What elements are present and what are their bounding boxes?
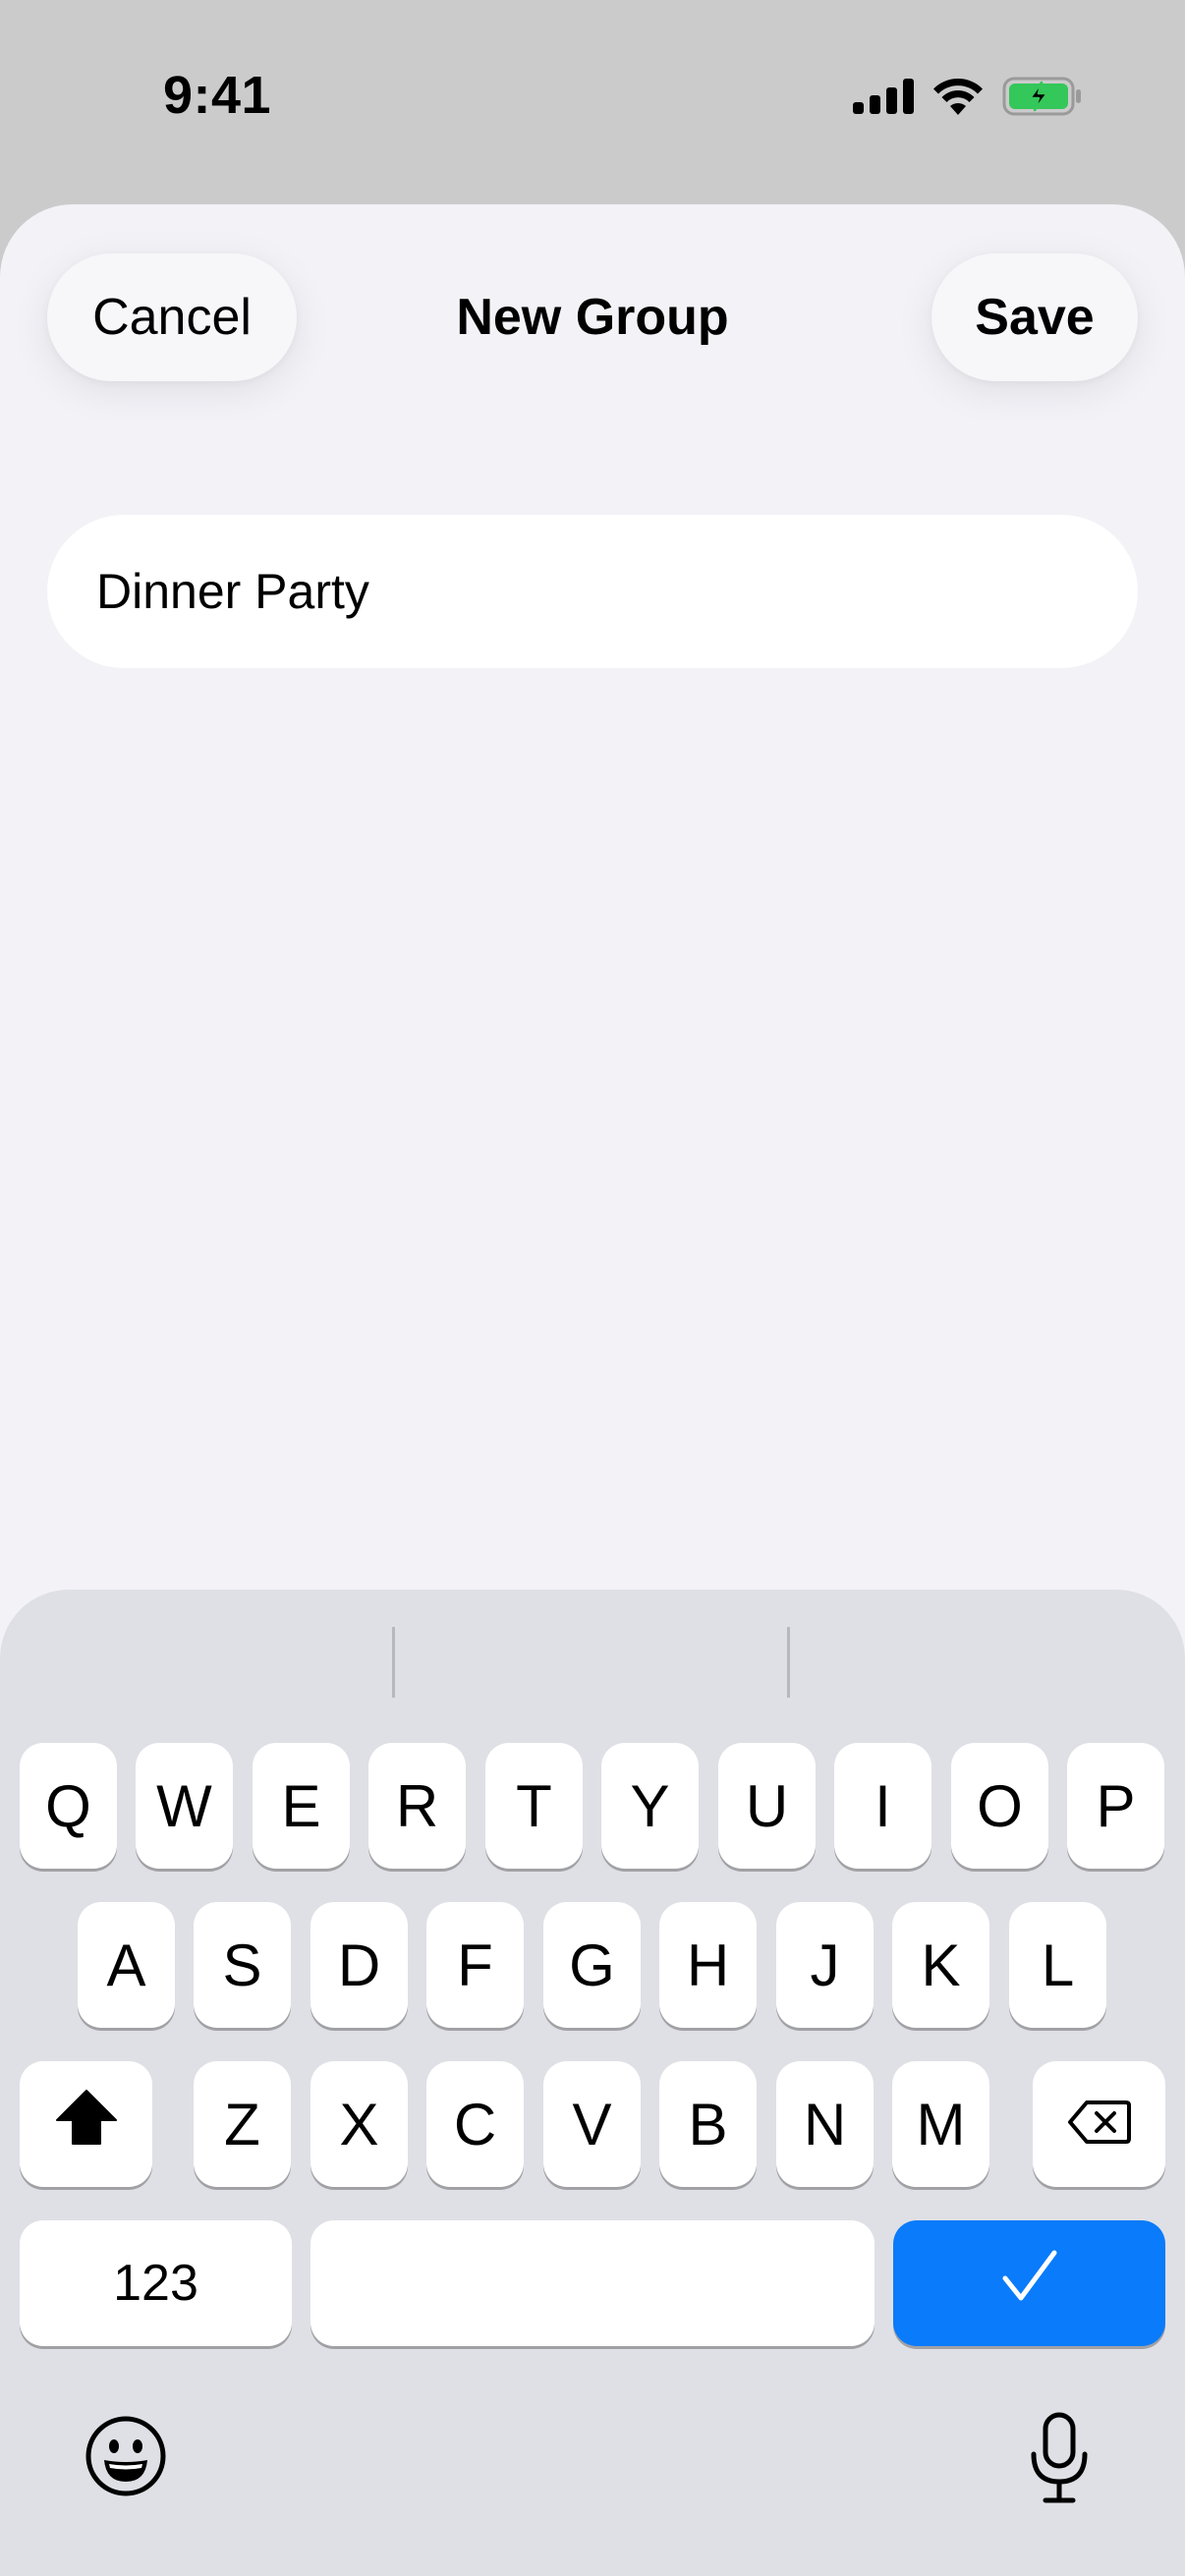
key-i[interactable]: I	[834, 1743, 931, 1869]
cellular-signal-icon	[853, 79, 914, 114]
group-name-field[interactable]: Dinner Party	[47, 515, 1138, 668]
key-y[interactable]: Y	[601, 1743, 699, 1869]
key-k[interactable]: K	[892, 1902, 989, 2028]
key-u[interactable]: U	[718, 1743, 816, 1869]
numbers-key[interactable]: 123	[20, 2220, 292, 2346]
key-q[interactable]: Q	[20, 1743, 117, 1869]
shift-key[interactable]	[20, 2061, 152, 2187]
delete-backspace-icon	[1067, 2091, 1132, 2158]
key-w[interactable]: W	[136, 1743, 233, 1869]
cancel-button[interactable]: Cancel	[47, 253, 297, 381]
emoji-button[interactable]	[85, 2415, 167, 2502]
key-s[interactable]: S	[194, 1902, 291, 2028]
wifi-icon	[931, 78, 985, 115]
battery-charging-icon	[1002, 77, 1083, 116]
key-b[interactable]: B	[659, 2061, 757, 2187]
delete-key[interactable]	[1033, 2061, 1165, 2187]
key-n[interactable]: N	[776, 2061, 874, 2187]
key-r[interactable]: R	[368, 1743, 466, 1869]
status-icons	[853, 75, 1083, 118]
suggestion-divider	[392, 1627, 395, 1698]
key-v[interactable]: V	[543, 2061, 641, 2187]
microphone-icon	[1028, 2411, 1091, 2510]
key-e[interactable]: E	[253, 1743, 350, 1869]
key-o[interactable]: O	[951, 1743, 1048, 1869]
key-p[interactable]: P	[1067, 1743, 1164, 1869]
save-button[interactable]: Save	[931, 253, 1138, 381]
group-name-value: Dinner Party	[96, 564, 369, 619]
dictation-button[interactable]	[1022, 2411, 1097, 2509]
keyboard: Q W E R T Y U I O P A S D F G H J K L Z …	[0, 1590, 1185, 2576]
key-g[interactable]: G	[543, 1902, 641, 2028]
key-l[interactable]: L	[1009, 1902, 1106, 2028]
key-x[interactable]: X	[310, 2061, 408, 2187]
key-c[interactable]: C	[426, 2061, 524, 2187]
key-j[interactable]: J	[776, 1902, 874, 2028]
key-d[interactable]: D	[310, 1902, 408, 2028]
key-h[interactable]: H	[659, 1902, 757, 2028]
checkmark-icon	[1001, 2249, 1058, 2318]
status-bar: 9:41	[0, 0, 1185, 196]
emoji-icon	[85, 2415, 167, 2502]
key-m[interactable]: M	[892, 2061, 989, 2187]
space-key[interactable]	[310, 2220, 875, 2346]
key-t[interactable]: T	[485, 1743, 583, 1869]
shift-icon	[55, 2089, 118, 2159]
done-key[interactable]	[893, 2220, 1165, 2346]
status-time: 9:41	[163, 66, 272, 125]
key-a[interactable]: A	[78, 1902, 175, 2028]
suggestion-divider	[787, 1627, 790, 1698]
key-f[interactable]: F	[426, 1902, 524, 2028]
key-z[interactable]: Z	[194, 2061, 291, 2187]
